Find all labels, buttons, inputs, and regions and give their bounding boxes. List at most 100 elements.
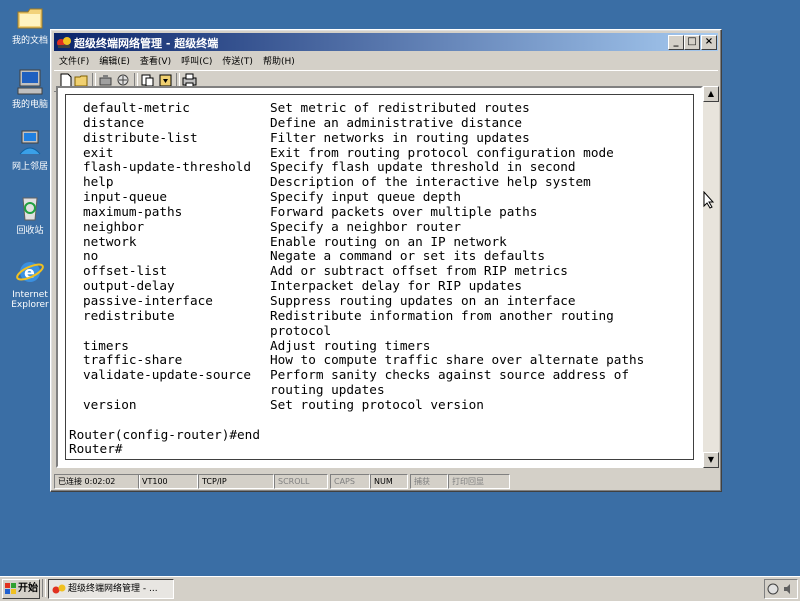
terminal-help-row: distribute-list Filter networks in routin… xyxy=(69,129,690,146)
folder-icon xyxy=(14,2,46,34)
menu-view[interactable]: 查看(V) xyxy=(135,52,176,69)
terminal-help-row: distance Define an administrative distanc… xyxy=(69,114,690,131)
terminal-command: timers xyxy=(83,337,129,353)
ie-icon: e xyxy=(14,256,46,288)
terminal-command: flash-update-threshold xyxy=(83,159,252,175)
menu-edit[interactable]: 编辑(E) xyxy=(94,52,135,69)
terminal-command: distribute-list xyxy=(83,129,198,145)
scroll-up-button[interactable]: ▲ xyxy=(703,86,719,102)
terminal-description: Forward packets over multiple paths xyxy=(270,203,538,219)
terminal-help-row: offset-list Add or subtract offset from R… xyxy=(69,263,690,279)
title-bar[interactable]: 超级终端网络管理 - 超级终端 _ □ × xyxy=(54,33,718,51)
terminal-help-row: protocol xyxy=(69,322,690,339)
terminal-description: Description of the interactive help syst… xyxy=(270,174,591,190)
arrow-down-icon: ▼ xyxy=(707,455,715,464)
terminal-description: Redistribute information from another ro… xyxy=(270,307,614,323)
network-icon xyxy=(14,128,46,160)
taskbar-separator xyxy=(42,579,46,597)
tray-network-icon[interactable] xyxy=(767,583,779,595)
status-num: NUM xyxy=(370,474,408,489)
system-tray xyxy=(764,579,798,599)
terminal-command: version xyxy=(83,396,137,412)
close-icon: × xyxy=(704,36,714,47)
terminal-command: output-delay xyxy=(83,278,175,294)
terminal-command: default-metric xyxy=(83,100,190,115)
terminal-description: Specify flash update threshold in second xyxy=(270,159,576,175)
terminal-help-row: routing updates xyxy=(69,382,690,398)
mouse-cursor-icon xyxy=(703,190,715,212)
windows-logo-icon xyxy=(5,583,16,594)
terminal-help-row: network Enable routing on an IP network xyxy=(69,233,690,250)
hyperterminal-app-icon xyxy=(52,584,66,594)
menu-transfer[interactable]: 传送(T) xyxy=(217,52,258,69)
terminal-command: offset-list xyxy=(83,263,168,279)
tray-volume-icon[interactable] xyxy=(782,583,794,595)
terminal-description: Adjust routing timers xyxy=(270,337,431,353)
terminal-command: redistribute xyxy=(83,307,175,323)
maximize-button[interactable]: □ xyxy=(684,35,700,50)
computer-icon xyxy=(14,66,46,98)
status-bar: 已连接 0:02:02 VT100 TCP/IP SCROLL CAPS NUM… xyxy=(54,474,718,489)
terminal-prompt-line: Router# xyxy=(69,441,123,457)
terminal-command: maximum-paths xyxy=(83,203,183,219)
hyperterminal-window: 超级终端网络管理 - 超级终端 _ □ × 文件(F) 编辑(E) 查看(V) 呼叫(… xyxy=(50,29,722,492)
menu-call[interactable]: 呼叫(C) xyxy=(176,52,217,69)
start-label: 开始 xyxy=(18,583,38,594)
terminal-description: Specify a neighbor router xyxy=(270,218,461,234)
terminal-description: Set routing protocol version xyxy=(270,396,484,412)
terminal-description: Suppress routing updates on an interface xyxy=(270,292,576,308)
terminal-help-row: default-metric Set metric of redistribute… xyxy=(69,100,690,116)
terminal-description: Interpacket delay for RIP updates xyxy=(270,278,523,294)
start-button[interactable]: 开始 xyxy=(2,579,40,599)
terminal-frame: default-metric Set metric of redistribute… xyxy=(65,94,694,460)
terminal-description: Define an administrative distance xyxy=(270,114,523,130)
arrow-up-icon: ▲ xyxy=(707,89,715,98)
terminal-end-line: Router(config-router)#end xyxy=(69,426,260,442)
terminal-command: input-queue xyxy=(83,189,168,205)
terminal-help-row: exit Exit from routing protocol configura… xyxy=(69,144,690,161)
scroll-down-button[interactable]: ▼ xyxy=(703,452,719,468)
terminal-help-row: version Set routing protocol version xyxy=(69,396,690,413)
terminal-help-row: flash-update-threshold Specify flash upda… xyxy=(69,160,690,175)
terminal-help-row: passive-interface Suppress routing update… xyxy=(69,292,690,309)
terminal-description: Negate a command or set its defaults xyxy=(270,248,545,264)
status-print-echo: 打印回显 xyxy=(448,474,510,489)
maximize-icon: □ xyxy=(687,36,697,47)
status-protocol: TCP/IP xyxy=(198,474,274,489)
terminal-command: no xyxy=(83,248,99,264)
terminal-description: routing updates xyxy=(270,382,385,398)
status-scroll: SCROLL xyxy=(274,474,328,489)
menu-help[interactable]: 帮助(H) xyxy=(258,52,300,69)
terminal-description: Add or subtract offset from RIP metrics xyxy=(270,263,568,279)
terminal-command: passive-interface xyxy=(83,292,213,308)
menu-bar: 文件(F) 编辑(E) 查看(V) 呼叫(C) 传送(T) 帮助(H) xyxy=(54,52,718,69)
terminal-help-row: timers Adjust routing timers xyxy=(69,337,690,354)
status-capture: 捕获 xyxy=(410,474,448,489)
hyperterminal-app-icon xyxy=(56,34,72,50)
terminal-help-row: help Description of the interactive help … xyxy=(69,174,690,190)
terminal-description: protocol xyxy=(270,322,332,338)
minimize-button[interactable]: _ xyxy=(668,35,684,50)
taskbar-item-label: 超级终端网络管理 - ... xyxy=(68,584,158,594)
window-title: 超级终端网络管理 - 超级终端 xyxy=(74,37,219,50)
terminal-help-row: validate-update-source Perform sanity che… xyxy=(69,367,690,383)
terminal-help-row: neighbor Specify a neighbor router xyxy=(69,218,690,235)
terminal-command: neighbor xyxy=(83,218,145,234)
vertical-scrollbar[interactable]: ▲ ▼ xyxy=(703,86,719,468)
terminal-command: validate-update-source xyxy=(83,367,252,383)
terminal-command: traffic-share xyxy=(83,352,183,368)
taskbar-item-hyperterminal[interactable]: 超级终端网络管理 - ... xyxy=(48,579,174,599)
terminal-description: Set metric of redistributed routes xyxy=(270,100,530,115)
terminal-description: Enable routing on an IP network xyxy=(270,233,507,249)
terminal-description: Filter networks in routing updates xyxy=(270,129,530,145)
terminal-help-row: traffic-share How to compute traffic shar… xyxy=(69,352,690,368)
terminal-text[interactable]: default-metric Set metric of redistribute… xyxy=(69,100,690,459)
status-caps: CAPS xyxy=(330,474,370,489)
status-emulation: VT100 xyxy=(138,474,198,489)
menu-file[interactable]: 文件(F) xyxy=(54,52,94,69)
status-connected: 已连接 0:02:02 xyxy=(54,474,140,489)
terminal-command: distance xyxy=(83,114,145,130)
terminal-area[interactable]: default-metric Set metric of redistribute… xyxy=(56,86,703,468)
terminal-command: exit xyxy=(83,144,114,160)
close-button[interactable]: × xyxy=(701,35,717,50)
